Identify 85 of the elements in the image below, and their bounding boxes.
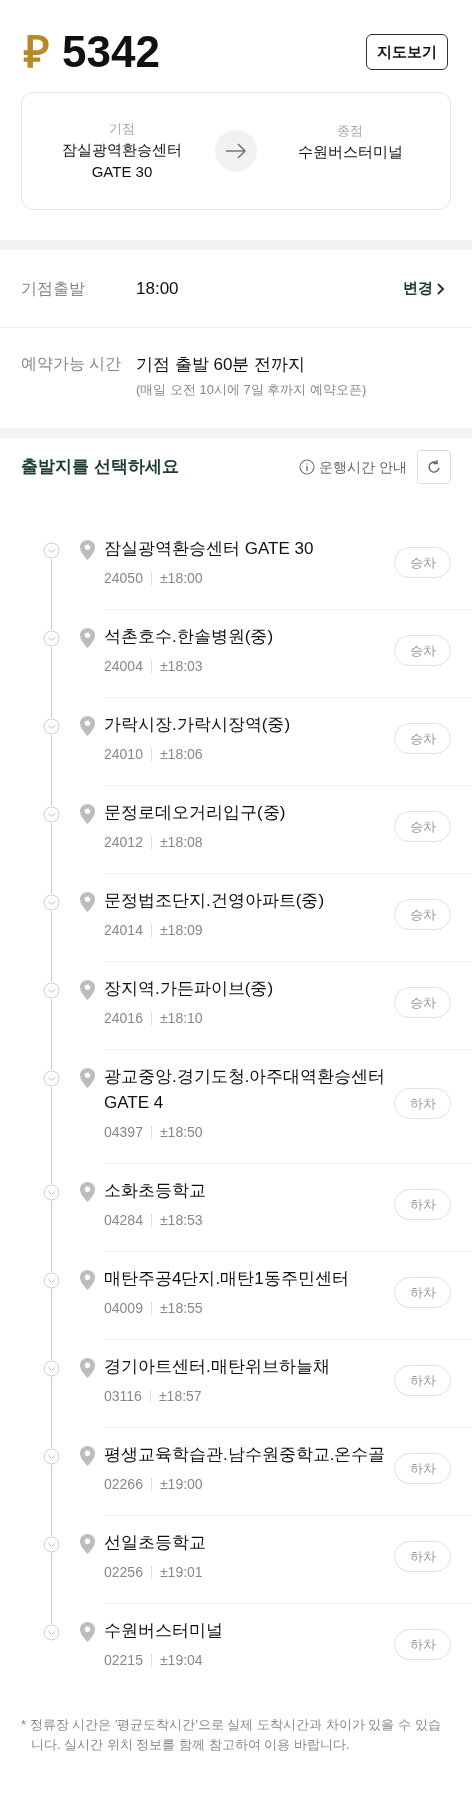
timeline-node-icon <box>43 718 60 735</box>
location-pin-icon <box>80 804 95 824</box>
stop-time: ±19:01 <box>159 1563 203 1582</box>
stop-name: 수원버스터미널 <box>104 1620 224 1642</box>
stop-code: 04284 <box>104 1211 143 1230</box>
location-pin-icon <box>80 1534 95 1554</box>
stop-code: 24014 <box>104 921 143 940</box>
change-link[interactable]: 변경 <box>403 277 445 300</box>
timeline-node-icon <box>43 630 60 647</box>
stop-name: 경기아트센터.매탄위브하늘채 <box>104 1356 331 1378</box>
location-pin-icon <box>80 1622 95 1642</box>
location-pin-icon <box>80 892 95 912</box>
location-pin-icon <box>80 980 95 1000</box>
location-pin-icon <box>80 540 95 560</box>
timeline-node-icon <box>43 1070 60 1087</box>
origin-label: 기점 <box>109 120 135 139</box>
timeline-node-icon <box>43 1448 60 1465</box>
stop-code: 24016 <box>104 1009 143 1028</box>
stop-name: 선일초등학교 <box>104 1532 207 1554</box>
stop-code: 02266 <box>104 1475 143 1494</box>
stop-code: 24010 <box>104 745 143 764</box>
stop-name: 문정로데오거리입구(중) <box>104 802 287 824</box>
booking-label: 예약가능 시간 <box>21 354 123 374</box>
location-pin-icon <box>80 1068 95 1088</box>
stop-code: 02256 <box>104 1563 143 1582</box>
stop-time: ±18:55 <box>159 1299 203 1318</box>
stop-code: 04009 <box>104 1299 143 1318</box>
stop-name: 소화초등학교 <box>104 1180 207 1202</box>
stop-name: 매탄주공4단지.매탄1동주민센터 <box>104 1268 350 1290</box>
stop-time: ±19:00 <box>159 1475 203 1494</box>
fare-amount: 5342 <box>62 30 160 74</box>
stop-name: 평생교육학습관.남수원중학교.온수골 <box>104 1444 387 1466</box>
timeline-node-icon <box>43 806 60 823</box>
timeline-node-icon <box>43 1536 60 1553</box>
stop-code: 24050 <box>104 569 143 588</box>
stop-time: ±19:04 <box>159 1651 203 1670</box>
refresh-icon <box>426 459 442 475</box>
booking-value: 기점 출발 60분 전까지 <box>136 354 307 376</box>
timeline-node-icon <box>43 542 60 559</box>
departure-label: 기점출발 <box>21 278 86 299</box>
stop-time: ±18:00 <box>159 569 203 588</box>
booking-note: (매일 오전 10시에 7일 후까지 예약오픈) <box>136 380 367 399</box>
stop-code: 04397 <box>104 1123 143 1142</box>
stop-code: 24012 <box>104 833 143 852</box>
stop-time: ±18:53 <box>159 1211 203 1230</box>
stop-time: ±18:50 <box>159 1123 203 1142</box>
stop-name: 장지역.가든파이브(중) <box>104 978 275 1000</box>
stop-name: 잠실광역환승센터 GATE 30 <box>104 538 315 560</box>
timeline-node-icon <box>43 1184 60 1201</box>
operating-hours-link[interactable]: 운행시간 안내 <box>299 456 407 478</box>
stop-time: ±18:09 <box>159 921 203 940</box>
section-title: 출발지를 선택하세요 <box>21 456 179 479</box>
location-pin-icon <box>80 716 95 736</box>
timeline-node-icon <box>43 894 60 911</box>
timeline-node-icon <box>43 1360 60 1377</box>
stop-code: 24004 <box>104 657 143 676</box>
stop-time: ±18:08 <box>159 833 203 852</box>
location-pin-icon <box>80 628 95 648</box>
info-icon <box>299 459 316 475</box>
stop-code: 03116 <box>104 1387 142 1406</box>
stop-time: ±18:10 <box>159 1009 203 1028</box>
location-pin-icon <box>80 1358 95 1378</box>
map-button[interactable]: 지도보기 <box>366 33 448 71</box>
stop-time: ±18:06 <box>159 745 203 764</box>
departure-time: 18:00 <box>136 277 180 300</box>
location-pin-icon <box>80 1182 95 1202</box>
timeline-node-icon <box>43 1624 60 1641</box>
location-pin-icon <box>80 1270 95 1290</box>
stop-time: ±18:57 <box>158 1387 202 1406</box>
timeline-node-icon <box>43 982 60 999</box>
refresh-button[interactable] <box>417 450 451 484</box>
footnote: * 정류장 시간은 '평균도착시간'으로 실제 도착시간과 차이가 있을 수 있습니다. 실시간 위치 정보를 함께 참고하여 이용 바랍니다. <box>21 1716 442 1754</box>
stop-name: 가락시장.가락시장역(중) <box>104 714 292 736</box>
location-pin-icon <box>80 1446 95 1466</box>
origin-name: 잠실광역환승센터 GATE 30 <box>62 139 182 182</box>
destination-name: 수원버스터미널 <box>297 141 403 162</box>
timeline-node-icon <box>43 1272 60 1289</box>
destination-label: 종점 <box>337 122 363 140</box>
stop-name: 문정법조단지.건영아파트(중) <box>104 890 326 912</box>
stop-name: 광교중앙.경기도청.아주대역환승센터 GATE 4 <box>104 1066 387 1114</box>
chevron-right-icon <box>437 282 445 295</box>
stop-name: 석촌호수.한솔병원(중) <box>104 626 275 648</box>
currency-symbol: ₽ <box>24 30 50 74</box>
stop-code: 02215 <box>104 1651 143 1670</box>
stop-time: ±18:03 <box>159 657 203 676</box>
